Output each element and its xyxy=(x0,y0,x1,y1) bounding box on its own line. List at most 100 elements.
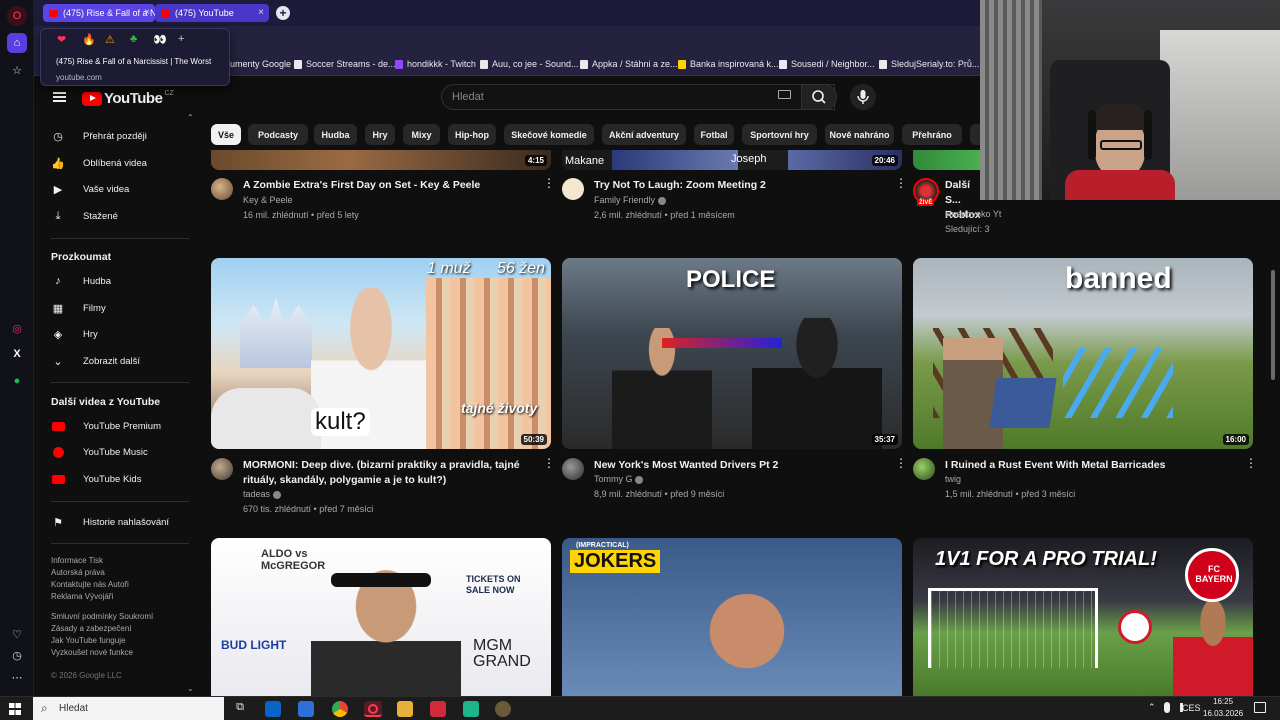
opera-taskbar-icon[interactable] xyxy=(364,701,382,717)
windows-start-icon[interactable] xyxy=(9,703,21,715)
search-button[interactable] xyxy=(801,84,837,110)
channel-name[interactable]: tadeas xyxy=(243,489,281,499)
nav-youtube-premium[interactable]: YouTube Premium xyxy=(51,419,161,433)
voice-search-button[interactable] xyxy=(850,84,876,110)
home-icon[interactable]: ⌂ xyxy=(7,33,27,53)
channel-name[interactable]: twig xyxy=(945,474,961,484)
more-options-icon[interactable]: ⋮ xyxy=(543,457,555,469)
chip-games[interactable]: Hry xyxy=(365,124,395,145)
channel-name[interactable]: Tommy G xyxy=(594,474,644,484)
video-title[interactable]: MORMONI: Deep dive. (bizarní praktiky a … xyxy=(243,458,533,488)
video-thumbnail[interactable] xyxy=(913,150,980,170)
nav-downloads[interactable]: ⤓ Stažené xyxy=(51,209,118,223)
heart-icon[interactable]: ♡ xyxy=(7,624,27,644)
chip-podcasts[interactable]: Podcasty xyxy=(248,124,308,145)
more-options-icon[interactable]: ⋮ xyxy=(895,457,907,469)
youtube-logo[interactable]: YouTube CZ xyxy=(82,90,174,107)
nav-watch-later[interactable]: ◷ Přehrát později xyxy=(51,129,147,143)
more-icon[interactable]: ⋯ xyxy=(7,667,27,687)
file-explorer-icon[interactable] xyxy=(397,701,413,717)
app-icon[interactable] xyxy=(430,701,446,717)
chip-mixes[interactable]: Mixy xyxy=(403,124,440,145)
video-thumbnail[interactable]: (IMPRACTICAL) JOKERS xyxy=(562,538,902,696)
chrome-icon[interactable] xyxy=(332,701,348,717)
eyes-emoji-icon[interactable]: 👀 xyxy=(153,33,167,46)
bookmark-item[interactable]: Auu, co jee - Sound... xyxy=(480,59,579,69)
bookmark-item[interactable]: SledujSerialy.to: Prů... xyxy=(879,59,979,69)
channel-avatar[interactable] xyxy=(562,458,584,480)
search-input[interactable]: Hledat xyxy=(441,84,835,110)
more-options-icon[interactable]: ⋮ xyxy=(895,177,907,189)
notifications-icon[interactable] xyxy=(1254,702,1266,713)
nav-movies[interactable]: ▦ Filmy xyxy=(51,301,106,315)
chip-more[interactable]: P xyxy=(970,124,980,145)
app-icon[interactable] xyxy=(495,701,511,717)
instagram-icon[interactable]: ◎ xyxy=(7,318,27,338)
bookmark-item[interactable]: umenty Google xyxy=(230,59,291,69)
chip-all[interactable]: Vše xyxy=(211,124,241,145)
channel-avatar[interactable] xyxy=(913,458,935,480)
keyboard-icon[interactable] xyxy=(778,90,791,99)
opera-logo-icon[interactable]: O xyxy=(7,6,27,26)
heart-emoji-icon[interactable]: ❤ xyxy=(57,33,66,46)
clock-time[interactable]: 16:25 xyxy=(1213,697,1233,706)
history-icon[interactable]: ◷ xyxy=(7,645,27,665)
menu-icon[interactable] xyxy=(53,92,66,102)
warning-emoji-icon[interactable]: ⚠ xyxy=(105,33,115,46)
store-app-icon[interactable] xyxy=(298,701,314,717)
bookmark-item[interactable]: Sousedi / Neighbor... xyxy=(779,59,875,69)
clock-date[interactable]: 16.03.2026 xyxy=(1203,709,1243,718)
footer-links[interactable]: Zásady a zabezpečení xyxy=(51,623,132,635)
footer-links[interactable]: Jak YouTube funguje xyxy=(51,635,125,647)
channel-avatar[interactable] xyxy=(562,178,584,200)
video-thumbnail[interactable]: FC BAYERN 1V1 FOR A PRO TRIAL! xyxy=(913,538,1253,696)
chip-hiphop[interactable]: Hip-hop xyxy=(448,124,496,145)
sidebar-scroll-up-icon[interactable]: ⌃ xyxy=(187,113,194,122)
bookmark-item[interactable]: hondikkk - Twitch xyxy=(395,59,476,69)
chip-music[interactable]: Hudba xyxy=(314,124,357,145)
video-thumbnail[interactable]: Makane Joseph 20:46 xyxy=(562,150,902,170)
video-title[interactable]: New York's Most Wanted Drivers Pt 2 xyxy=(594,458,884,473)
new-tab-button[interactable]: + xyxy=(276,6,290,20)
nav-show-more[interactable]: ⌄ Zobrazit další xyxy=(51,354,140,368)
bookmark-item[interactable]: Banka inspirovaná k... xyxy=(678,59,779,69)
channel-name[interactable]: Hnedovoko Yt xyxy=(945,209,1001,219)
chip-action-adventure[interactable]: Akční adventury xyxy=(602,124,686,145)
microphone-tray-icon[interactable] xyxy=(1164,702,1170,713)
nav-music[interactable]: ♪ Hudba xyxy=(51,274,111,288)
footer-links[interactable]: Autorská práva xyxy=(51,567,105,579)
footer-links[interactable]: Informace Tisk xyxy=(51,555,103,567)
mail-app-icon[interactable] xyxy=(265,701,281,717)
chip-sports-games[interactable]: Sportovní hry xyxy=(742,124,817,145)
channel-avatar[interactable] xyxy=(211,178,233,200)
video-title[interactable]: Try Not To Laugh: Zoom Meeting 2 xyxy=(594,178,884,193)
footer-links[interactable]: Vyzkoušet nové funkce xyxy=(51,647,133,659)
channel-avatar[interactable] xyxy=(211,458,233,480)
video-thumbnail[interactable]: POLICE 35:37 xyxy=(562,258,902,449)
add-emoji-icon[interactable]: + xyxy=(178,33,184,45)
more-options-icon[interactable]: ⋮ xyxy=(543,177,555,189)
video-title[interactable]: A Zombie Extra's First Day on Set - Key … xyxy=(243,178,533,193)
chip-recently-uploaded[interactable]: Nově nahráno xyxy=(825,124,894,145)
footer-links[interactable]: Kontaktujte nás Autoři xyxy=(51,579,129,591)
nav-report-history[interactable]: ⚑ Historie nahlašování xyxy=(51,515,169,529)
close-tab-icon[interactable]: × xyxy=(258,7,264,18)
star-icon[interactable]: ☆ xyxy=(7,60,27,80)
palm-emoji-icon[interactable]: ♣ xyxy=(130,33,137,45)
nav-liked-videos[interactable]: 👍 Oblíbená videa xyxy=(51,156,147,170)
chevron-up-icon[interactable]: ⌃ xyxy=(1148,702,1156,713)
sidebar-scroll-down-icon[interactable]: ⌄ xyxy=(187,684,194,693)
close-tab-icon[interactable]: × xyxy=(144,7,150,18)
bookmark-item[interactable]: Soccer Streams - de... xyxy=(294,59,396,69)
video-thumbnail[interactable]: 4:15 xyxy=(211,150,551,170)
footer-links[interactable]: Reklama Vývojáři xyxy=(51,591,113,603)
task-view-icon[interactable]: ⧉ xyxy=(232,701,248,717)
taskbar-search-input[interactable]: ⌕ Hledat xyxy=(33,697,224,720)
language-indicator[interactable]: CES xyxy=(1182,703,1201,713)
nav-gaming[interactable]: ◈ Hry xyxy=(51,327,98,341)
chip-sketch-comedy[interactable]: Skečové komedie xyxy=(504,124,594,145)
chip-football[interactable]: Fotbal xyxy=(694,124,734,145)
x-twitter-icon[interactable]: X xyxy=(7,344,27,364)
footer-links[interactable]: Smluvní podmínky Soukromí xyxy=(51,611,153,623)
video-title[interactable]: I Ruined a Rust Event With Metal Barrica… xyxy=(945,458,1235,473)
